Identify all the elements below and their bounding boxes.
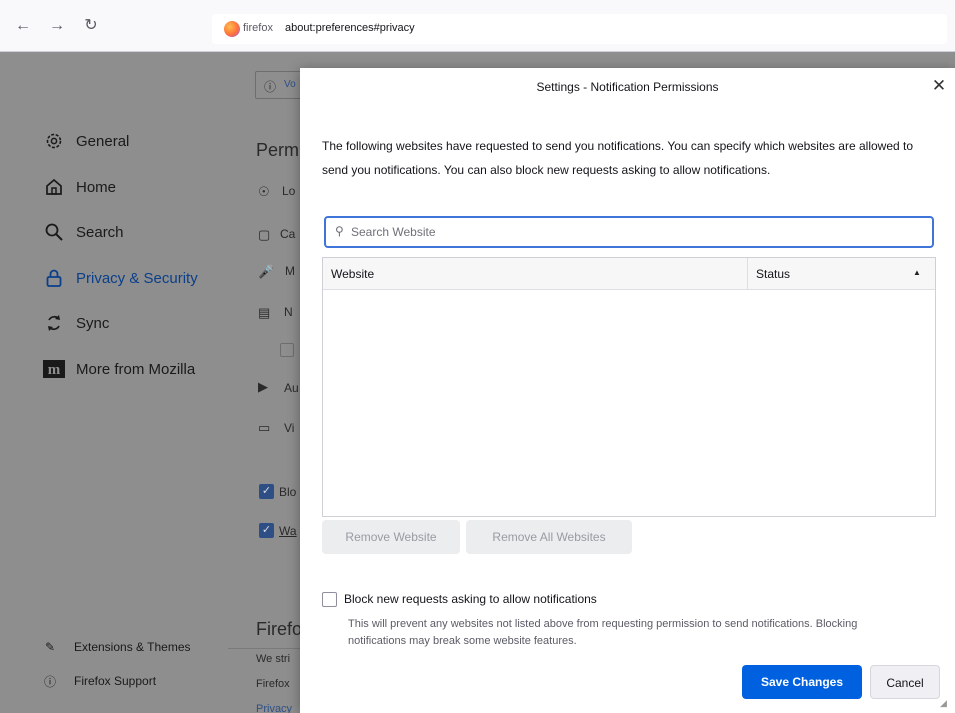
browser-toolbar: ← → ↻ firefox about:preferences#privacy <box>0 0 955 52</box>
background-checkbox <box>280 343 294 357</box>
dialog-title: Settings - Notification Permissions <box>536 80 719 94</box>
sidebar-item-more-from-mozilla[interactable]: m More from Mozilla <box>42 357 195 381</box>
sidebar-item-label: Privacy & Security <box>76 269 198 287</box>
permission-row: N <box>284 305 293 319</box>
notification-icon: ▤ <box>258 305 271 320</box>
block-requests-label: Block new requests asking to allow notif… <box>344 592 597 606</box>
search-website-input[interactable] <box>351 223 921 241</box>
sidebar-item-search[interactable]: Search <box>42 220 124 244</box>
search-website-field[interactable]: ⚲ <box>324 216 934 248</box>
remove-all-websites-button[interactable]: Remove All Websites <box>466 520 632 554</box>
permissions-table: Website Status ▲ <box>322 257 936 517</box>
permissions-heading: Perm <box>256 140 300 160</box>
reload-icon[interactable]: ↻ <box>82 17 100 35</box>
sort-ascending-icon: ▲ <box>913 268 921 277</box>
autoplay-icon: ▶ <box>258 379 268 394</box>
search-icon <box>42 221 66 243</box>
info-icon: ⓘ <box>264 80 277 94</box>
sidebar-item-label: Search <box>76 223 124 241</box>
permission-row: Lo <box>282 184 296 198</box>
gear-icon <box>42 130 66 152</box>
banner-fragment: Vo <box>284 79 296 90</box>
divider <box>228 648 308 649</box>
block-requests-checkbox[interactable] <box>322 592 337 607</box>
sidebar-item-label: More from Mozilla <box>76 360 196 378</box>
arrow-right-icon[interactable]: → <box>48 17 66 35</box>
background-checkbox-checked: ✓ <box>259 523 274 538</box>
background-text: Firefox <box>256 678 290 690</box>
remove-website-button[interactable]: Remove Website <box>322 520 460 554</box>
resize-grip-icon[interactable]: ◢ <box>940 698 947 709</box>
block-requests-note: This will prevent any websites not liste… <box>348 618 858 647</box>
location-icon: ☉ <box>258 184 270 199</box>
sidebar-footer-label: Extensions & Themes <box>74 640 191 654</box>
url-bar[interactable]: firefox about:preferences#privacy <box>212 14 947 44</box>
background-text: We stri <box>256 653 291 665</box>
identity-label: firefox <box>243 22 273 34</box>
notification-permissions-dialog: Settings - Notification Permissions ✕ Th… <box>300 68 955 713</box>
cancel-button[interactable]: Cancel <box>870 665 940 699</box>
dialog-description: The following websites have requested to… <box>322 139 914 177</box>
sidebar-item-label: Home <box>76 178 117 196</box>
firefox-heading: Firefo <box>256 619 303 639</box>
permission-row: M <box>285 264 295 278</box>
mozilla-icon: m <box>42 358 66 380</box>
permission-row: Au <box>284 381 299 395</box>
sidebar-item-privacy[interactable]: Privacy & Security <box>42 266 198 290</box>
column-header-website[interactable]: Website <box>323 258 748 290</box>
permission-row: Vi <box>284 421 295 435</box>
sidebar-item-label: General <box>76 132 130 150</box>
puzzle-icon: ✎ <box>44 640 56 654</box>
home-icon <box>42 176 66 198</box>
background-check-label: Wa <box>279 524 297 538</box>
close-icon[interactable]: ✕ <box>930 77 948 95</box>
permission-row: Ca <box>280 227 296 241</box>
sync-icon <box>42 312 66 334</box>
sidebar-footer-label: Firefox Support <box>74 674 157 688</box>
sidebar-item-label: Sync <box>76 314 110 332</box>
save-changes-button[interactable]: Save Changes <box>742 665 862 699</box>
column-header-status[interactable]: Status <box>748 258 935 290</box>
sidebar-item-general[interactable]: General <box>42 129 129 153</box>
lock-icon <box>42 267 66 289</box>
sidebar-footer-extensions[interactable]: ✎ Extensions & Themes <box>42 637 191 657</box>
sidebar-item-sync[interactable]: Sync <box>42 311 109 335</box>
vr-icon: ▭ <box>258 420 271 435</box>
sidebar-item-home[interactable]: Home <box>42 175 116 199</box>
arrow-left-icon[interactable]: ← <box>14 17 32 35</box>
firefox-logo-icon <box>224 21 240 37</box>
sidebar-footer-support[interactable]: ⓘ Firefox Support <box>42 671 156 691</box>
help-icon: ⓘ <box>43 674 56 689</box>
background-check-label: Blo <box>279 485 297 499</box>
microphone-icon: 🎤 <box>258 264 275 279</box>
background-checkbox-checked: ✓ <box>259 484 274 499</box>
camera-icon: ▢ <box>258 227 271 242</box>
background-link: Privacy <box>256 703 293 713</box>
url-text[interactable]: about:preferences#privacy <box>285 22 415 34</box>
search-icon: ⚲ <box>335 224 344 238</box>
svg-text:m: m <box>48 362 61 378</box>
